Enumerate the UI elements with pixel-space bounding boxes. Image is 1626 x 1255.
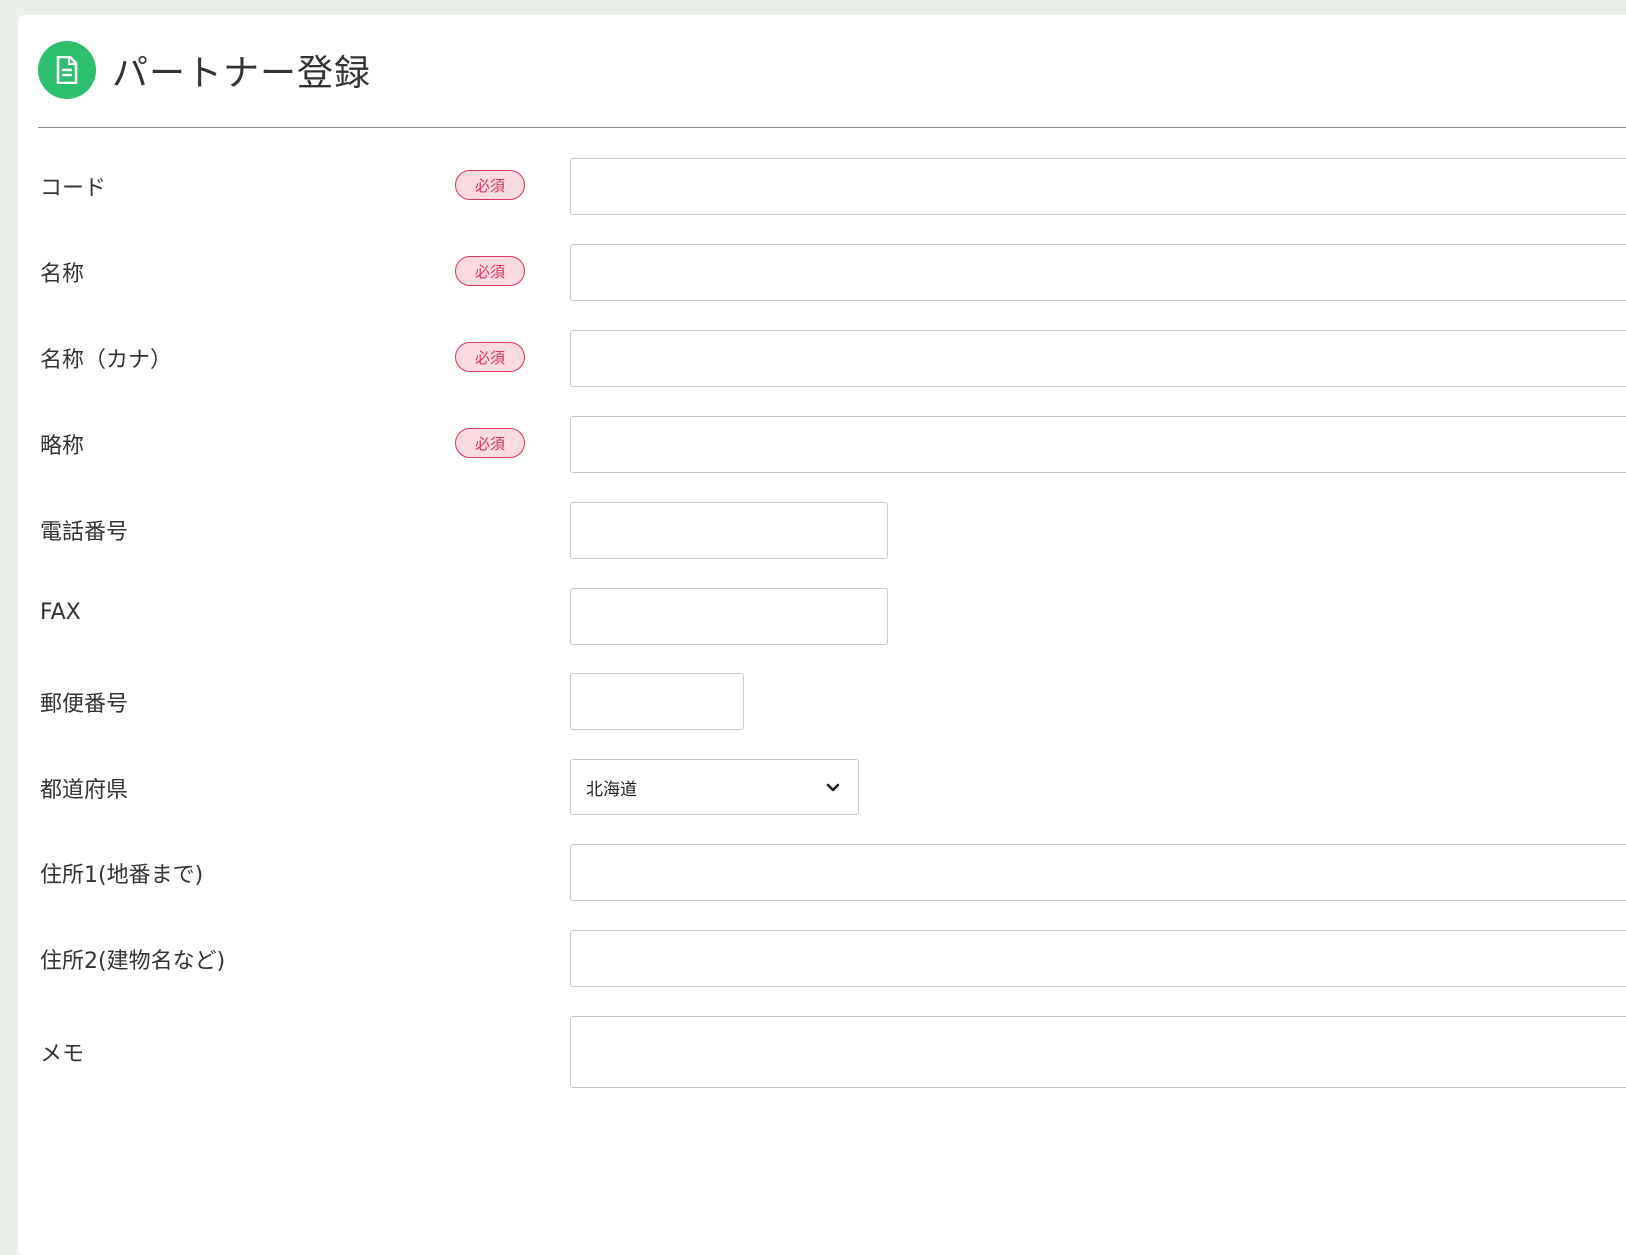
postal-code-input[interactable] (570, 673, 744, 730)
chevron-down-icon (826, 778, 840, 797)
address1-label: 住所1(地番まで) (40, 863, 204, 888)
postal-code-label: 郵便番号 (40, 692, 129, 717)
phone-input[interactable] (570, 502, 888, 559)
prefecture-selected-value: 北海道 (586, 779, 637, 800)
required-badge: 必須 (455, 428, 525, 458)
page-title: パートナー登録 (112, 53, 372, 94)
address2-input[interactable] (570, 930, 1626, 987)
code-label: コード (40, 176, 107, 201)
fax-input[interactable] (570, 588, 888, 645)
short-name-label: 略称 (40, 434, 85, 459)
address1-input[interactable] (570, 844, 1626, 901)
memo-textarea[interactable] (570, 1016, 1626, 1088)
name-kana-label: 名称（カナ） (40, 348, 173, 373)
short-name-input[interactable] (570, 416, 1626, 473)
fax-label: FAX (40, 600, 81, 625)
name-input[interactable] (570, 244, 1626, 301)
form-card: パートナー登録 コード 必須 名称 必須 名称（カナ） 必須 略称 必須 電話番… (18, 15, 1626, 1255)
page-header: パートナー登録 (38, 40, 371, 100)
required-badge: 必須 (455, 342, 525, 372)
code-input[interactable] (570, 158, 1626, 215)
phone-label: 電話番号 (40, 520, 129, 545)
memo-label: メモ (40, 1042, 85, 1067)
name-label: 名称 (40, 262, 85, 287)
address2-label: 住所2(建物名など) (40, 949, 226, 974)
header-divider (38, 127, 1626, 128)
required-badge: 必須 (455, 170, 525, 200)
required-badge: 必須 (455, 256, 525, 286)
prefecture-label: 都道府県 (40, 778, 129, 803)
name-kana-input[interactable] (570, 330, 1626, 387)
prefecture-select[interactable]: 北海道 (570, 759, 859, 815)
document-icon (38, 41, 96, 99)
